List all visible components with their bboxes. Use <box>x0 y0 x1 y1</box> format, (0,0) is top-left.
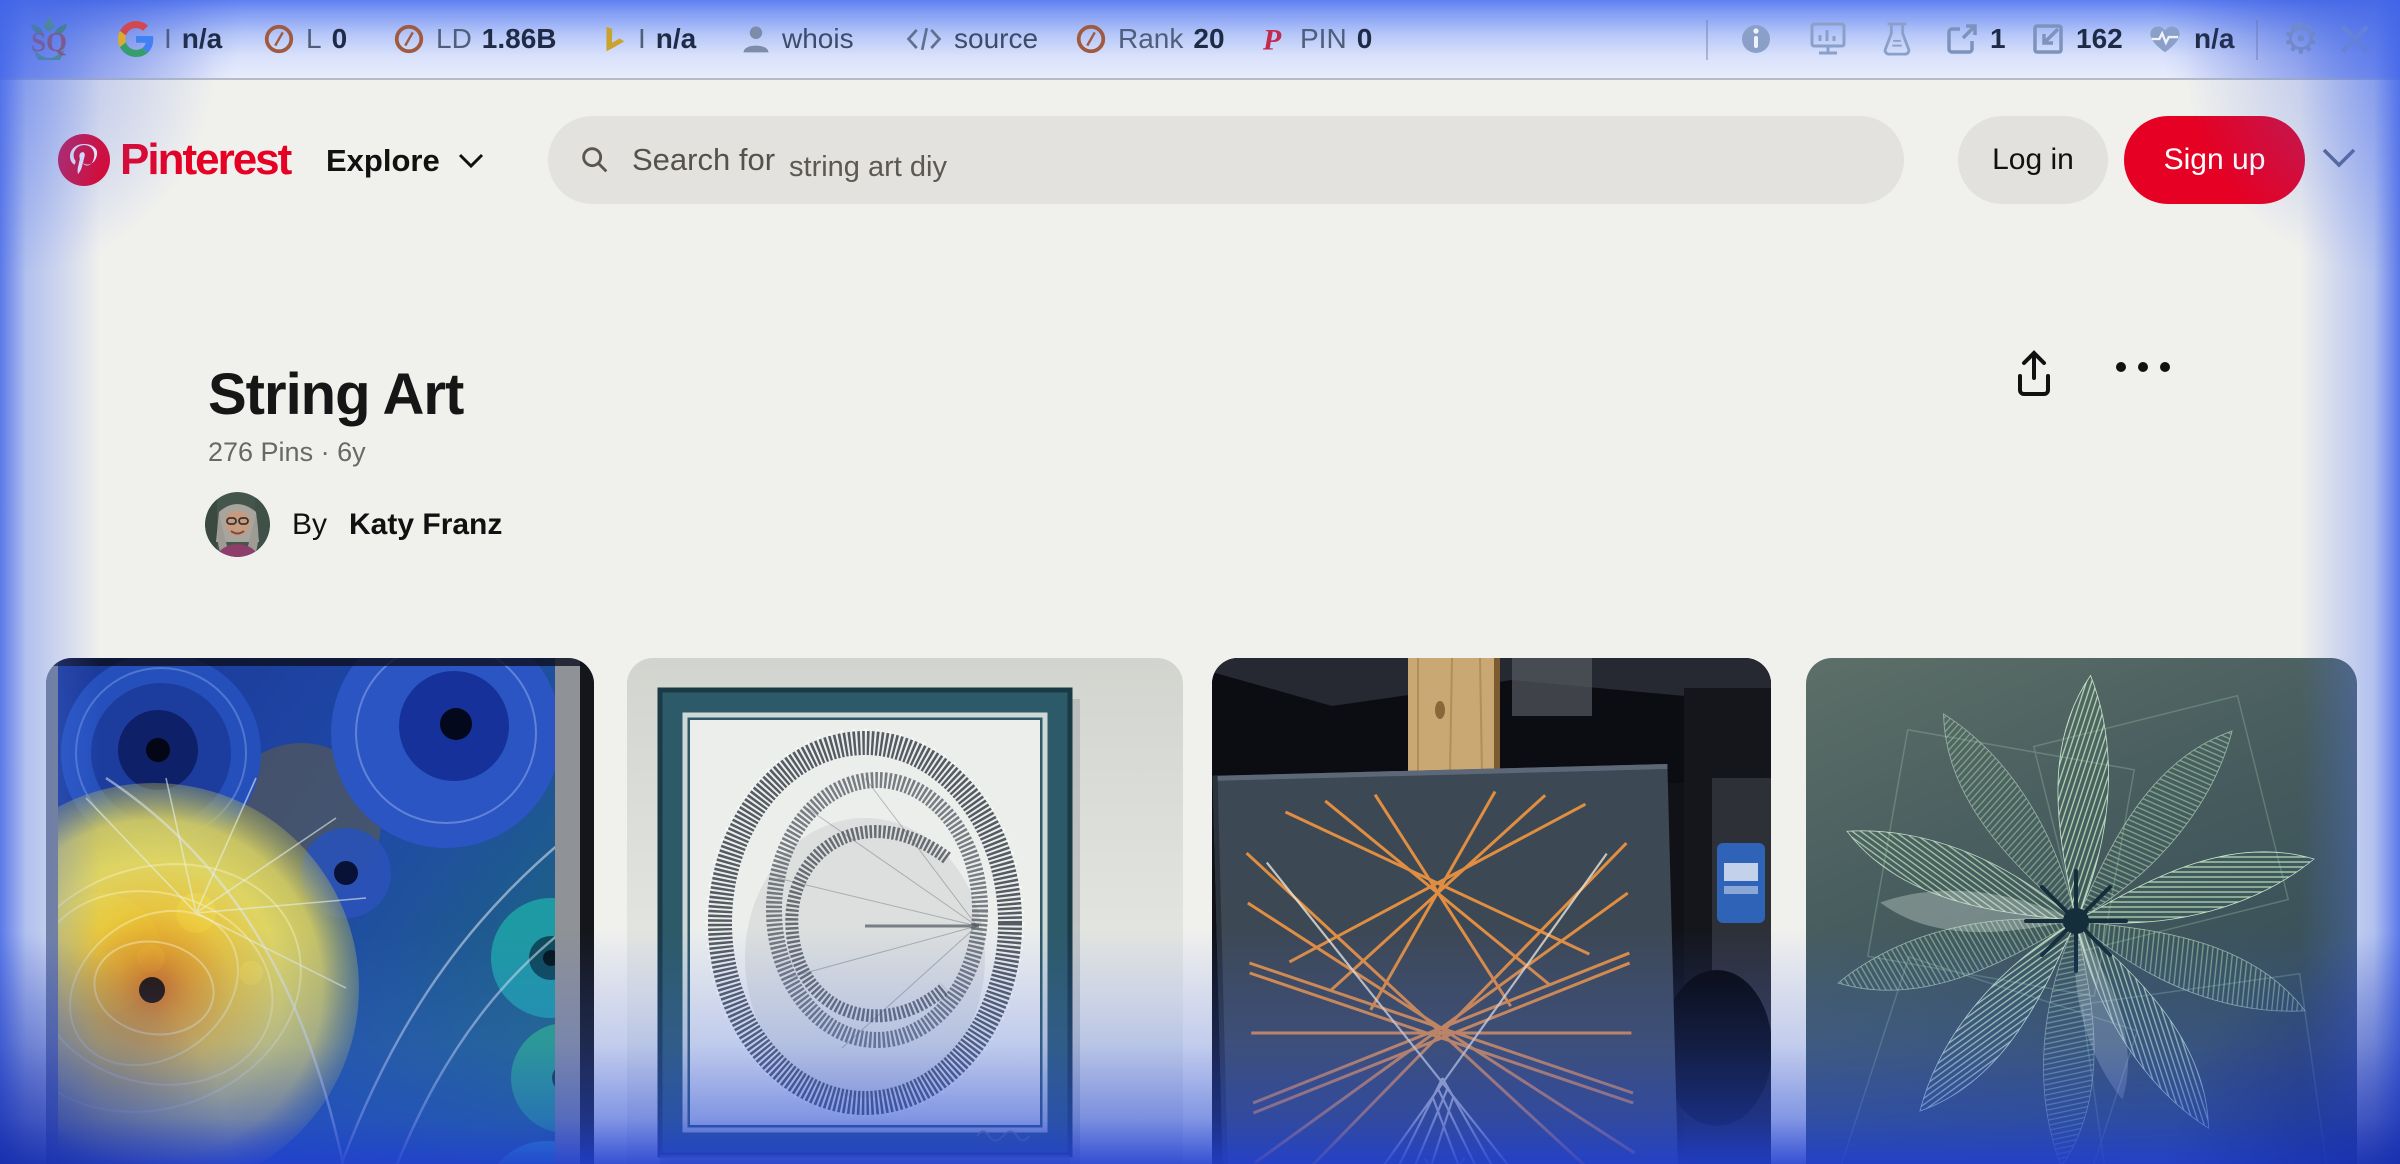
toolbar-settings[interactable]: ⚙ <box>2282 0 2320 78</box>
toolbar-close[interactable] <box>2338 0 2372 78</box>
ring-icon <box>262 22 296 56</box>
metric-value: n/a <box>656 23 696 55</box>
svg-text:SQ: SQ <box>31 27 67 57</box>
user-icon <box>740 23 772 55</box>
string-art-peacock-image <box>46 658 594 1164</box>
sq-logo-icon: SQ <box>24 14 74 64</box>
pinterest-icon: P <box>1260 22 1290 56</box>
metric-label: Rank <box>1118 23 1183 55</box>
seoquake-logo[interactable]: SQ <box>24 0 74 78</box>
string-art-orange-board-image <box>1212 658 1771 1164</box>
metric-value: 0 <box>1357 23 1373 55</box>
metric-label: L <box>306 23 322 55</box>
byline-prefix: By <box>292 508 327 542</box>
heart-pulse-icon <box>2146 22 2184 56</box>
share-button[interactable] <box>2006 346 2062 402</box>
ring-icon <box>392 22 426 56</box>
gear-icon: ⚙ <box>2282 0 2320 78</box>
metric-whois[interactable]: whois <box>740 0 854 78</box>
metric-label: source <box>954 23 1038 55</box>
flask-icon <box>1880 20 1914 58</box>
search-icon <box>578 143 612 177</box>
pinterest-badge-icon <box>58 134 110 186</box>
share-icon <box>2006 346 2062 402</box>
explore-label: Explore <box>326 143 440 179</box>
bing-icon <box>598 23 628 55</box>
metric-value: 1.86B <box>482 23 557 55</box>
signup-button[interactable]: Sign up <box>2124 116 2305 204</box>
seoquake-toolbar: SQ I n/a L 0 <box>0 0 2400 80</box>
chevron-down-icon <box>458 153 484 169</box>
metric-link-domains[interactable]: LD 1.86B <box>392 0 557 78</box>
login-button[interactable]: Log in <box>1958 116 2108 204</box>
metric-google-index[interactable]: I n/a <box>118 0 222 78</box>
dot-icon <box>2116 362 2126 372</box>
code-icon <box>904 24 944 54</box>
metric-pinterest[interactable]: P PIN 0 <box>1260 0 1372 78</box>
tool-diagnosis[interactable] <box>1808 0 1848 78</box>
close-icon <box>2338 22 2372 56</box>
toolbar-divider <box>1706 20 1708 60</box>
ring-icon <box>1074 22 1108 56</box>
pin-image[interactable] <box>46 658 594 1164</box>
metric-label: LD <box>436 23 472 55</box>
external-link-icon <box>1944 21 1980 57</box>
tool-internal-links[interactable] <box>1880 0 1914 78</box>
tool-value: 1 <box>1990 23 2006 55</box>
metric-links[interactable]: L 0 <box>262 0 347 78</box>
chevron-down-icon <box>2320 146 2358 170</box>
info-icon <box>1738 21 1774 57</box>
metric-label: whois <box>782 23 854 55</box>
search-placeholder-query: string art diy <box>789 151 947 184</box>
search-input[interactable]: Search for string art diy <box>548 116 1904 204</box>
pin-image[interactable] <box>627 658 1183 1164</box>
dot-icon <box>2138 362 2148 372</box>
tool-page-links[interactable]: 162 <box>2030 0 2123 78</box>
metric-bing-index[interactable]: I n/a <box>598 0 696 78</box>
metric-label: I <box>638 23 646 55</box>
string-art-pinwheel-image <box>1806 658 2357 1164</box>
header-collapse-chevron[interactable] <box>2320 146 2358 175</box>
svg-text:P: P <box>1262 23 1282 56</box>
page: SQ I n/a L 0 <box>0 0 2400 1164</box>
metric-rank[interactable]: Rank 20 <box>1074 0 1225 78</box>
metric-source[interactable]: source <box>904 0 1038 78</box>
more-options-button[interactable] <box>2116 362 2170 372</box>
search-placeholder: Search for <box>632 142 775 178</box>
pin-image[interactable] <box>1212 658 1771 1164</box>
monitor-chart-icon <box>1808 20 1848 58</box>
metric-label: I <box>164 23 172 55</box>
board-title: String Art <box>208 361 463 428</box>
edit-icon <box>2030 21 2066 57</box>
board-owner[interactable]: By Katy Franz <box>205 492 502 557</box>
explore-menu[interactable]: Explore <box>326 138 484 184</box>
owner-name: Katy Franz <box>349 508 502 542</box>
metric-value: 20 <box>1193 23 1224 55</box>
board-meta: 276 Pins · 6y <box>208 437 366 468</box>
tool-health[interactable]: n/a <box>2146 0 2234 78</box>
avatar <box>205 492 270 557</box>
tool-value: 162 <box>2076 23 2123 55</box>
pinterest-logo[interactable]: Pinterest <box>58 134 290 186</box>
pin-image[interactable] <box>1806 658 2357 1164</box>
pinterest-wordmark: Pinterest <box>120 135 290 185</box>
string-art-spiral-frame-image <box>627 658 1183 1164</box>
tool-info[interactable] <box>1738 0 1774 78</box>
tool-value: n/a <box>2194 23 2234 55</box>
toolbar-divider <box>2256 20 2258 60</box>
metric-value: n/a <box>182 23 222 55</box>
metric-value: 0 <box>332 23 348 55</box>
metric-label: PIN <box>1300 23 1347 55</box>
dot-icon <box>2160 362 2170 372</box>
google-icon <box>118 21 154 57</box>
tool-external-links[interactable]: 1 <box>1944 0 2006 78</box>
